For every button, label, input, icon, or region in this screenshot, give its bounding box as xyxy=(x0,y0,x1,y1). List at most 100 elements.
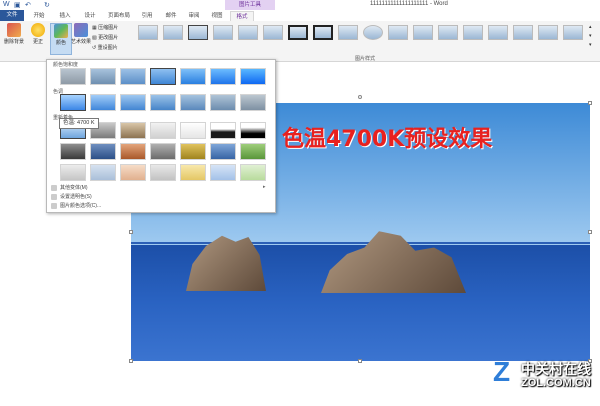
picture-style-thumb[interactable] xyxy=(213,25,233,40)
picture-style-thumb[interactable] xyxy=(163,25,183,40)
set-transparent-label: 设置透明色(S) xyxy=(60,194,92,200)
picture-style-thumb[interactable] xyxy=(338,25,358,40)
picture-style-thumb[interactable] xyxy=(238,25,258,40)
reset-label: 重设图片 xyxy=(97,45,118,51)
saturation-swatch[interactable] xyxy=(240,68,266,85)
tab-view[interactable]: 视图 xyxy=(206,11,228,21)
picture-style-thumb[interactable] xyxy=(463,25,483,40)
recolor-swatch[interactable] xyxy=(120,122,146,139)
recolor-swatch[interactable] xyxy=(60,143,86,160)
color-button[interactable]: 颜色 xyxy=(50,23,72,55)
recolor-swatch[interactable] xyxy=(90,164,116,181)
tab-mailings[interactable]: 邮件 xyxy=(160,11,182,21)
corrections-label: 更正 xyxy=(32,39,43,45)
word-app-icon: W xyxy=(3,1,10,8)
color-dropdown-menu: 颜色饱和度 色调 重新着色 其他变体(M) ▸ 设置透明色(S) 图片颜色选项(… xyxy=(46,59,276,213)
resize-handle[interactable] xyxy=(358,359,362,363)
saturation-swatch[interactable] xyxy=(150,68,176,85)
recolor-swatch[interactable] xyxy=(240,164,266,181)
recolor-swatch[interactable] xyxy=(210,143,236,160)
tone-swatch[interactable] xyxy=(120,94,146,111)
picture-style-thumb[interactable] xyxy=(313,25,333,40)
tab-review[interactable]: 审阅 xyxy=(183,11,205,21)
picture-style-thumb[interactable] xyxy=(413,25,433,40)
picture-style-thumb[interactable] xyxy=(488,25,508,40)
picture-style-thumb[interactable] xyxy=(388,25,408,40)
tone-swatch[interactable] xyxy=(210,94,236,111)
remove-background-label: 删除背景 xyxy=(3,39,24,45)
change-label: 更改图片 xyxy=(98,35,119,41)
pen-icon xyxy=(51,193,57,200)
saturation-swatch[interactable] xyxy=(210,68,236,85)
recolor-swatch[interactable] xyxy=(180,143,206,160)
saturation-swatch[interactable] xyxy=(90,68,116,85)
tab-page-layout[interactable]: 页面布局 xyxy=(104,11,134,21)
picture-color-options-menu-item[interactable]: 图片颜色选项(C)... xyxy=(51,202,101,209)
watermark-brand: 中关村在线 xyxy=(521,362,591,378)
resize-handle[interactable] xyxy=(588,230,592,234)
tone-swatch[interactable] xyxy=(90,94,116,111)
picture-style-thumb[interactable] xyxy=(363,25,383,40)
saturation-swatch[interactable] xyxy=(180,68,206,85)
picture-style-thumb[interactable] xyxy=(188,25,208,40)
recolor-swatch[interactable] xyxy=(150,143,176,160)
set-transparent-color-menu-item[interactable]: 设置透明色(S) xyxy=(51,193,92,200)
picture-styles-group-label: 图片样式 xyxy=(355,56,376,62)
rotate-handle[interactable] xyxy=(358,95,362,99)
reset-picture-button[interactable]: ↺ 重设图片 xyxy=(92,44,118,51)
change-picture-button[interactable]: ▧ 更改图片 xyxy=(92,34,118,41)
recolor-swatch[interactable] xyxy=(60,164,86,181)
recolor-swatch[interactable] xyxy=(150,122,176,139)
recolor-swatch[interactable] xyxy=(90,143,116,160)
picture-style-thumb[interactable] xyxy=(563,25,583,40)
resize-handle[interactable] xyxy=(129,230,133,234)
recolor-swatch[interactable] xyxy=(210,122,236,139)
undo-icon[interactable]: ↶ xyxy=(25,1,31,9)
recolor-swatch[interactable] xyxy=(180,122,206,139)
redo-icon[interactable]: ↻ xyxy=(44,1,50,9)
tone-swatch[interactable] xyxy=(240,94,266,111)
picture-style-thumb[interactable] xyxy=(513,25,533,40)
tab-insert[interactable]: 插入 xyxy=(54,11,76,21)
picture-style-thumb[interactable] xyxy=(288,25,308,40)
recolor-swatch[interactable] xyxy=(150,164,176,181)
picture-style-thumb[interactable] xyxy=(263,25,283,40)
resize-handle[interactable] xyxy=(588,101,592,105)
recolor-swatch[interactable] xyxy=(120,164,146,181)
gallery-more-icon[interactable]: ▾ xyxy=(589,42,592,48)
recolor-swatch[interactable] xyxy=(180,164,206,181)
recolor-swatch[interactable] xyxy=(210,164,236,181)
tone-swatch[interactable] xyxy=(60,94,86,111)
photo-horizon xyxy=(131,242,590,245)
tab-home[interactable]: 开始 xyxy=(28,11,50,21)
more-variations-menu-item[interactable]: 其他变体(M) xyxy=(51,184,88,191)
recolor-swatch[interactable] xyxy=(240,122,266,139)
remove-background-button[interactable]: 删除背景 xyxy=(3,23,25,45)
gallery-scroll-down-icon[interactable]: ▾ xyxy=(589,33,592,39)
saturation-swatch[interactable] xyxy=(120,68,146,85)
compress-pictures-button[interactable]: ▦ 压缩图片 xyxy=(92,24,118,31)
color-options-label: 图片颜色选项(C)... xyxy=(60,203,102,209)
photo-headline-text: 色温4700K预设效果 xyxy=(282,127,493,152)
save-icon[interactable]: ▣ xyxy=(14,1,21,9)
sun-icon xyxy=(31,23,45,37)
tone-swatch[interactable] xyxy=(180,94,206,111)
picture-style-thumb[interactable] xyxy=(438,25,458,40)
swatch-tooltip: 色温: 4700 K xyxy=(59,118,99,129)
recolor-swatch[interactable] xyxy=(240,143,266,160)
picture-style-thumb[interactable] xyxy=(138,25,158,40)
recolor-swatch[interactable] xyxy=(120,143,146,160)
tone-swatch[interactable] xyxy=(150,94,176,111)
tab-references[interactable]: 引用 xyxy=(136,11,158,21)
tab-design[interactable]: 设计 xyxy=(79,11,101,21)
artistic-effects-button[interactable]: 艺术效果 xyxy=(70,23,92,45)
color-palette-icon xyxy=(54,24,68,38)
picture-style-thumb[interactable] xyxy=(538,25,558,40)
corrections-button[interactable]: 更正 xyxy=(28,23,48,45)
resize-handle[interactable] xyxy=(129,359,133,363)
tab-file[interactable]: 文件 xyxy=(0,10,24,21)
picture-tools-context-label: 图片工具 xyxy=(225,0,275,10)
more-variations-label: 其他变体(M) xyxy=(60,185,88,191)
gallery-scroll-up-icon[interactable]: ▴ xyxy=(589,24,592,30)
saturation-swatch[interactable] xyxy=(60,68,86,85)
